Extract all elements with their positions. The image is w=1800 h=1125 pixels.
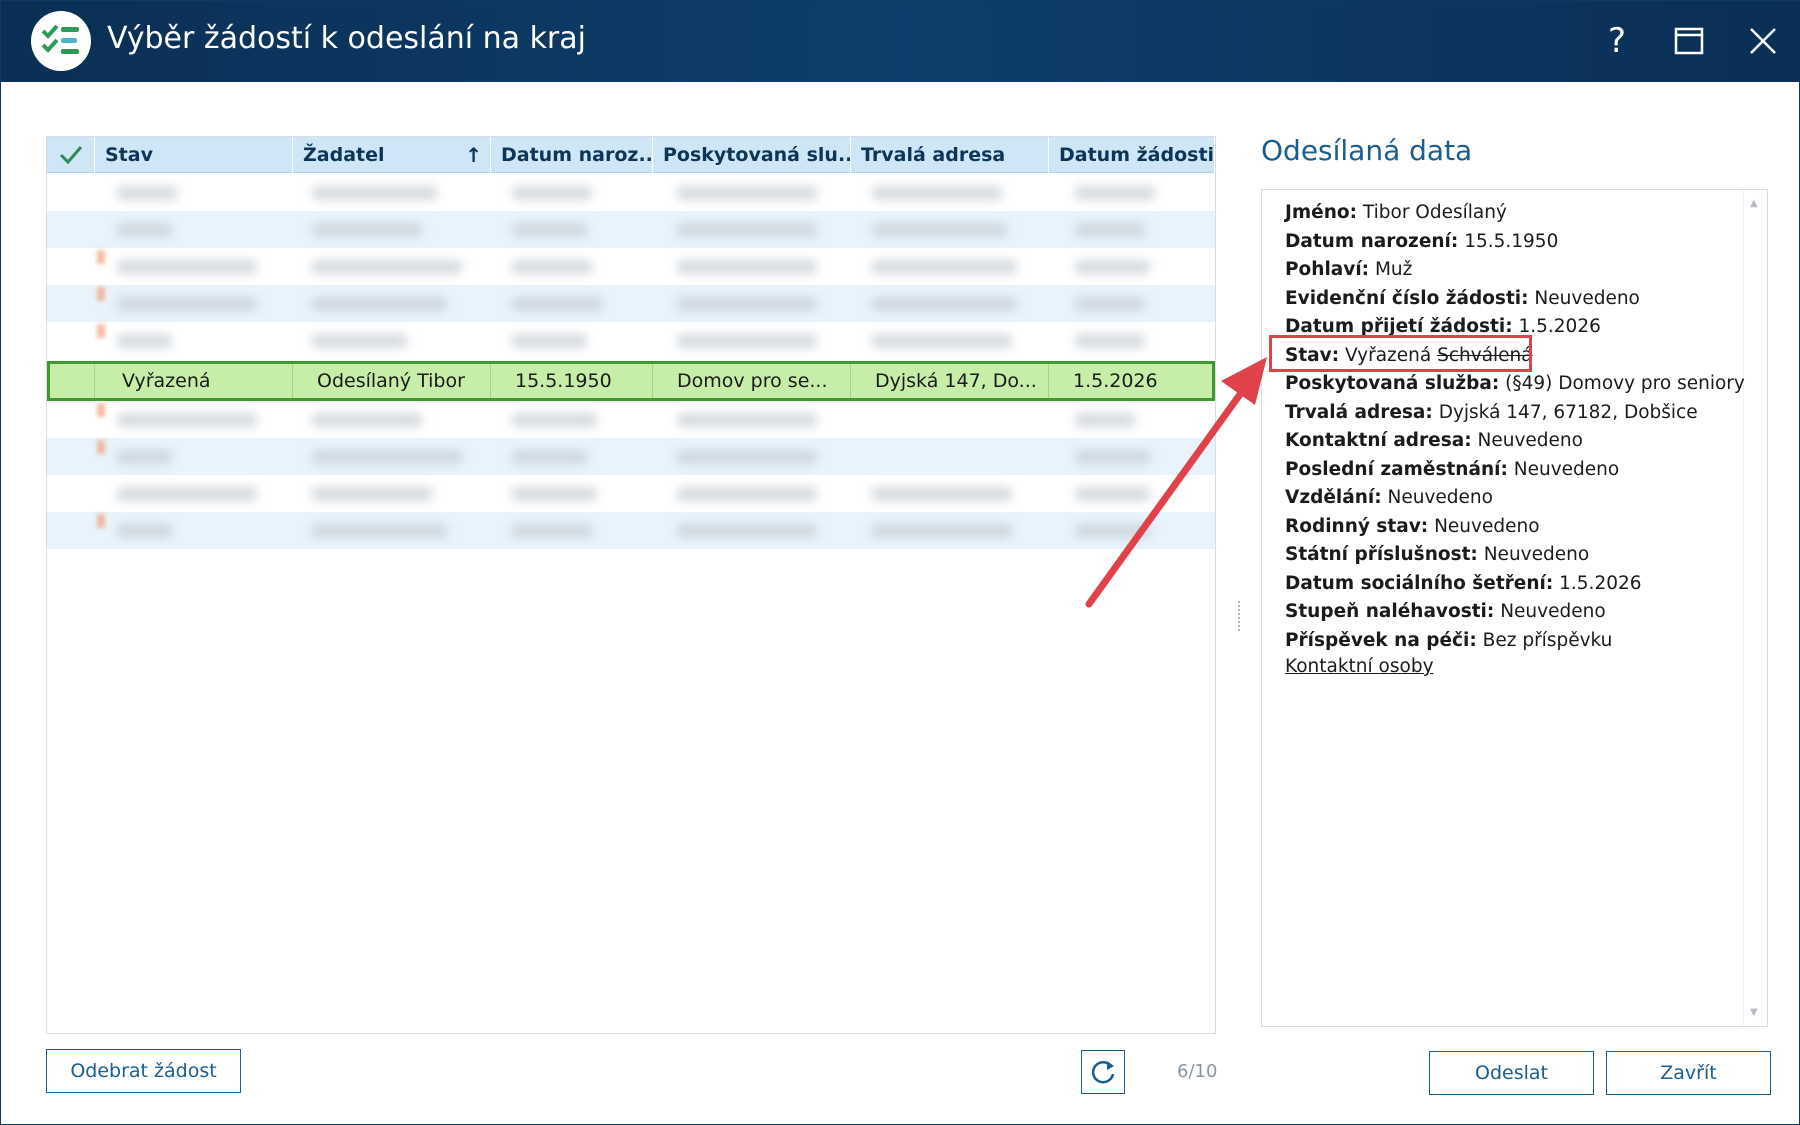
remove-request-button[interactable]: Odebrat žádost <box>46 1049 241 1093</box>
refresh-icon <box>1091 1061 1115 1084</box>
annotation-arrow-icon <box>1085 357 1267 608</box>
dialog-window: Výběr žádostí k odeslání na kraj ? Stav … <box>0 0 1800 1125</box>
send-button[interactable]: Odeslat <box>1429 1051 1594 1095</box>
refresh-button[interactable] <box>1081 1050 1125 1094</box>
close-button[interactable]: Zavřít <box>1606 1051 1771 1095</box>
record-counter: 6/10 <box>1177 1061 1218 1082</box>
